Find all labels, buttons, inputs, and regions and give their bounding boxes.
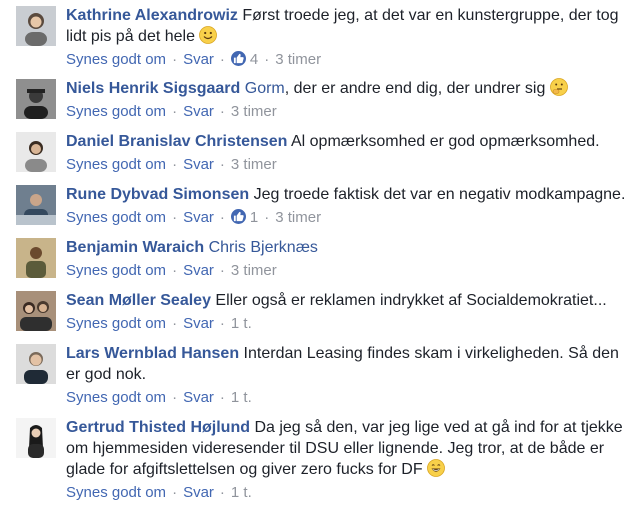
timestamp[interactable]: 3 timer [231, 103, 277, 120]
author-name[interactable]: Niels Henrik Sigsgaard [66, 80, 240, 97]
like-link[interactable]: Synes godt om [66, 103, 166, 120]
author-name[interactable]: Rune Dybvad Simonsen [66, 186, 249, 203]
like-link[interactable]: Synes godt om [66, 484, 166, 501]
reply-link[interactable]: Svar [183, 103, 214, 120]
comment-text: Eller også er reklamen indrykket af Soci… [215, 292, 607, 309]
avatar[interactable] [16, 132, 56, 172]
thumbs-up-icon[interactable] [230, 209, 246, 224]
author-name[interactable]: Daniel Branislav Christensen [66, 133, 287, 150]
avatar[interactable] [16, 79, 56, 119]
mention-link[interactable]: Gorm [245, 80, 285, 97]
timestamp[interactable]: 1 t. [231, 389, 252, 406]
comment-text: , der er andre end dig, der undrer sig [284, 80, 546, 97]
timestamp[interactable]: 1 t. [231, 315, 252, 332]
avatar[interactable] [16, 185, 56, 225]
avatar[interactable] [16, 6, 56, 46]
timestamp[interactable]: 3 timer [231, 262, 277, 279]
reply-link[interactable]: Svar [183, 51, 214, 68]
avatar[interactable] [16, 418, 56, 458]
like-link[interactable]: Synes godt om [66, 156, 166, 173]
thinking-emoji-icon [549, 78, 568, 96]
reply-link[interactable]: Svar [183, 262, 214, 279]
timestamp[interactable]: 3 timer [275, 209, 321, 226]
timestamp[interactable]: 3 timer [275, 51, 321, 68]
grin-emoji-icon [427, 459, 445, 477]
comment-text: Jeg troede faktisk det var en negativ mo… [253, 186, 626, 203]
smile-emoji-icon [199, 26, 218, 44]
reply-link[interactable]: Svar [183, 315, 214, 332]
timestamp[interactable]: 1 t. [231, 484, 252, 501]
comment-text: Al opmærksomhed er god opmærksomhed. [290, 133, 600, 150]
author-name[interactable]: Benjamin Waraich [66, 239, 204, 256]
like-count[interactable]: 4 [246, 51, 258, 68]
reply-link[interactable]: Svar [183, 389, 214, 406]
author-name[interactable]: Kathrine Alexandrowiz [66, 7, 238, 24]
author-name[interactable]: Lars Wernblad Hansen [66, 345, 239, 362]
thumbs-up-icon[interactable] [230, 51, 246, 66]
avatar[interactable] [16, 344, 56, 384]
like-link[interactable]: Synes godt om [66, 262, 166, 279]
timestamp[interactable]: 3 timer [231, 156, 277, 173]
like-link[interactable]: Synes godt om [66, 389, 166, 406]
reply-link[interactable]: Svar [183, 209, 214, 226]
author-name[interactable]: Sean Møller Sealey [66, 292, 211, 309]
avatar[interactable] [16, 238, 56, 278]
like-link[interactable]: Synes godt om [66, 315, 166, 332]
reply-link[interactable]: Svar [183, 484, 214, 501]
mention-link[interactable]: Chris Bjerknæs [209, 239, 318, 256]
like-link[interactable]: Synes godt om [66, 209, 166, 226]
author-name[interactable]: Gertrud Thisted Højlund [66, 419, 250, 436]
reply-link[interactable]: Svar [183, 156, 214, 173]
like-link[interactable]: Synes godt om [66, 51, 166, 68]
avatar[interactable] [16, 291, 56, 331]
like-count[interactable]: 1 [246, 209, 258, 226]
